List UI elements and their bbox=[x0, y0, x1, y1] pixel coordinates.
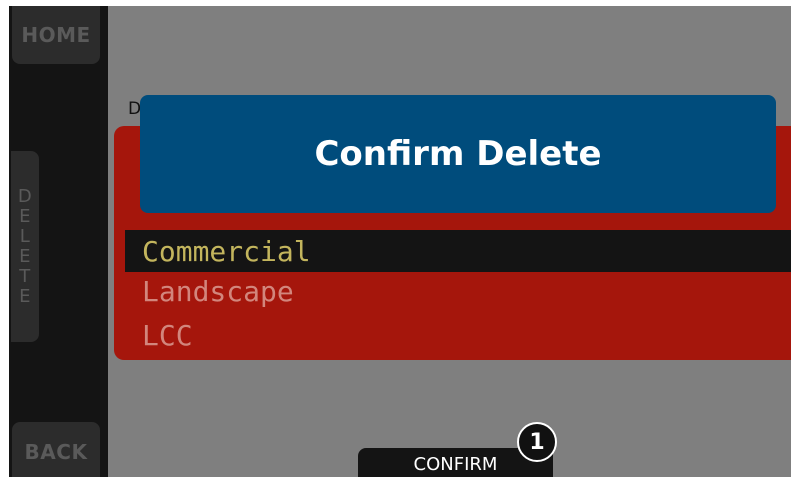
delete-letter: E bbox=[19, 285, 31, 307]
delete-letter: L bbox=[19, 225, 31, 247]
callout-marker: 1 bbox=[517, 422, 557, 462]
home-button[interactable]: HOME bbox=[12, 6, 100, 64]
list-item[interactable]: LCC bbox=[142, 319, 193, 352]
camera-screen: HOME D E L E T E BACK D Commercial Lands… bbox=[9, 6, 791, 477]
delete-letter: E bbox=[19, 205, 31, 227]
list-item-selected[interactable]: Commercial bbox=[125, 230, 791, 272]
delete-letter: D bbox=[17, 185, 33, 207]
sidebar: HOME D E L E T E BACK bbox=[9, 6, 108, 477]
dialog-title: Confirm Delete bbox=[314, 134, 602, 174]
delete-letter: T bbox=[19, 265, 31, 287]
delete-button[interactable]: D E L E T E bbox=[11, 151, 39, 342]
list-item[interactable]: Landscape bbox=[142, 275, 294, 308]
back-button[interactable]: BACK bbox=[12, 422, 100, 477]
delete-letter: E bbox=[19, 245, 31, 267]
confirm-dialog: Confirm Delete bbox=[140, 95, 776, 213]
